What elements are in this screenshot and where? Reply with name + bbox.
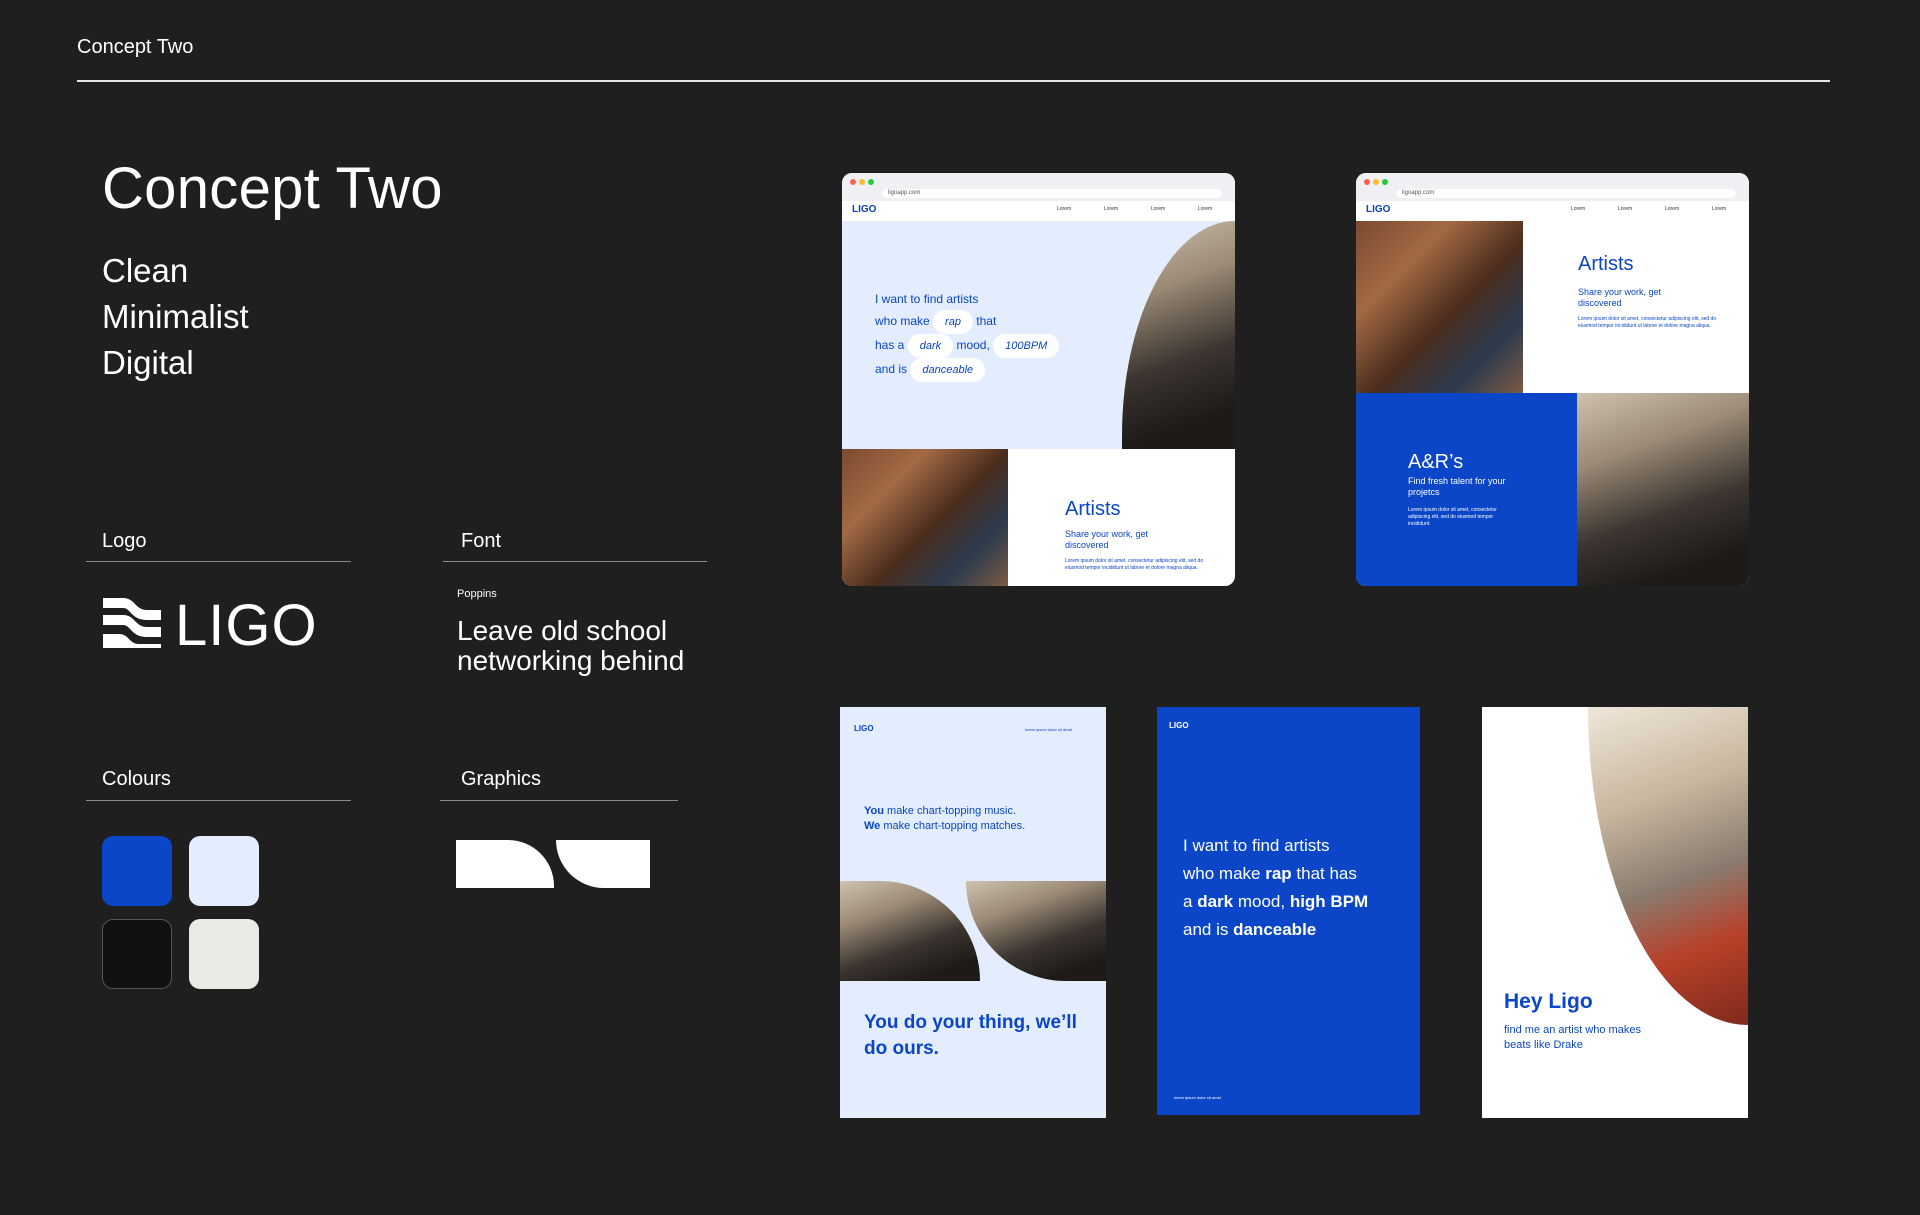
- keyword-digital: Digital: [102, 344, 194, 381]
- browser-toolbar: ligoapp.com: [842, 173, 1235, 201]
- colours-label: Colours: [102, 768, 171, 790]
- artists-subtitle: Share your work, get discovered: [1065, 529, 1149, 550]
- ar-title: A&R’s: [1408, 451, 1464, 473]
- ar-body: Lorem ipsum dolor sit amet, consectetur …: [1408, 507, 1497, 527]
- logo-wordmark: LIGO: [175, 593, 318, 658]
- site-logo: LIGO: [1366, 204, 1391, 215]
- artists-subtitle: Share your work, get discovered: [1578, 287, 1662, 308]
- font-label: Font: [461, 530, 502, 552]
- colours-divider: [86, 800, 351, 801]
- artists-title: Artists: [1065, 498, 1121, 520]
- nav-item: Lorem: [1665, 206, 1680, 212]
- poster-photo-right: [966, 881, 1106, 981]
- artists-title: Artists: [1578, 253, 1634, 275]
- poster-logo: LIGO: [1169, 721, 1189, 730]
- artist-photo: [1356, 221, 1523, 393]
- graphics-divider: [440, 800, 678, 801]
- poster-2: LIGO I want to find artists who make rap…: [1157, 707, 1420, 1115]
- maximize-dot-icon: [1382, 179, 1388, 185]
- poster-query: I want to find artists who make rap that…: [1183, 836, 1369, 939]
- artists-body: Lorem ipsum dolor sit amet, consectetur …: [1065, 558, 1204, 571]
- close-dot-icon: [850, 179, 856, 185]
- header-title: Concept Two: [77, 36, 194, 58]
- nav-item: Lorem: [1104, 206, 1119, 212]
- browser-mockup-1: ligoapp.com LIGO Lorem Lorem Lorem Lorem…: [842, 173, 1235, 586]
- logo-label: Logo: [102, 530, 147, 552]
- poster-1: LIGO lorem ipsum dolor sit amet You make…: [840, 707, 1106, 1118]
- minimize-dot-icon: [1373, 179, 1379, 185]
- url-bar: ligoapp.com: [1396, 189, 1736, 198]
- keyword-clean: Clean: [102, 252, 189, 289]
- font-divider: [443, 561, 707, 562]
- nav-item: Lorem: [1151, 206, 1166, 212]
- logo-divider: [86, 561, 351, 562]
- concept-title: Concept Two: [102, 156, 443, 221]
- nav-item: Lorem: [1618, 206, 1633, 212]
- font-name: Poppins: [457, 588, 497, 600]
- nav-item: Lorem: [1198, 206, 1213, 212]
- graphics-label: Graphics: [461, 768, 542, 790]
- swatch-black: [102, 919, 172, 989]
- site-nav: LIGO Lorem Lorem Lorem Lorem: [1356, 201, 1749, 221]
- site-nav: LIGO Lorem Lorem Lorem Lorem: [842, 201, 1235, 221]
- header-divider: [77, 80, 1830, 82]
- url-bar: ligoapp.com: [882, 189, 1222, 198]
- maximize-dot-icon: [868, 179, 874, 185]
- font-sample: Leave old school networking behind: [457, 615, 685, 676]
- artists-body: Lorem ipsum dolor sit amet, consectetur …: [1578, 316, 1717, 329]
- browser-mockup-2: ligoapp.com LIGO Lorem Lorem Lorem Lorem…: [1356, 173, 1749, 586]
- artist-photo: [842, 449, 1008, 586]
- poster-3: Hey Ligo find me an artist who makes bea…: [1482, 707, 1748, 1118]
- close-dot-icon: [1364, 179, 1370, 185]
- graphic-shapes: [456, 840, 650, 888]
- poster-top-right: lorem ipsum dolor sit amet: [1025, 727, 1072, 732]
- poster-title: Hey Ligo: [1504, 990, 1593, 1013]
- poster-photo: [1588, 707, 1748, 1025]
- poster-tagline: You make chart-topping music. We make ch…: [864, 805, 1026, 832]
- poster-footer: lorem ipsum dolor sit amet: [1174, 1095, 1221, 1100]
- nav-item: Lorem: [1712, 206, 1727, 212]
- nav-item: Lorem: [1571, 206, 1586, 212]
- poster-headline: You do your thing, we’ll do ours.: [864, 1012, 1077, 1059]
- hero-query: I want to find artists who make rap that…: [875, 288, 1115, 382]
- ligo-wave-icon: [103, 598, 161, 648]
- ar-subtitle: Find fresh talent for your projetcs: [1408, 476, 1506, 497]
- poster-logo: LIGO: [854, 724, 874, 733]
- swatch-off-white: [189, 919, 259, 989]
- nav-item: Lorem: [1057, 206, 1072, 212]
- minimize-dot-icon: [859, 179, 865, 185]
- keyword-minimalist: Minimalist: [102, 298, 249, 335]
- poster-subtitle: find me an artist who makes beats like D…: [1504, 1024, 1641, 1051]
- poster-photo-left: [840, 881, 980, 981]
- swatch-light-blue: [189, 836, 259, 906]
- swatch-blue: [102, 836, 172, 906]
- site-logo: LIGO: [852, 204, 877, 215]
- browser-toolbar: ligoapp.com: [1356, 173, 1749, 201]
- ar-photo: [1577, 393, 1749, 586]
